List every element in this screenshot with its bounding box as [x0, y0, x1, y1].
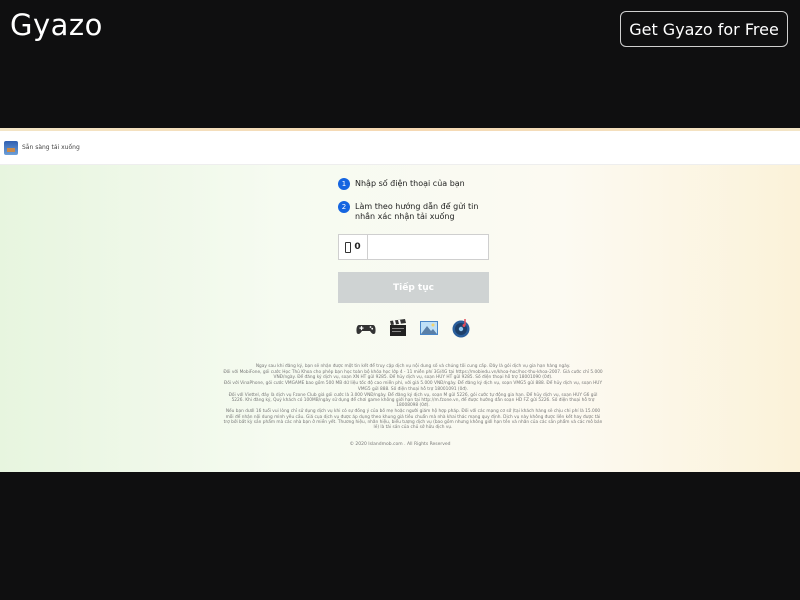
terms-paragraph: Ngay sau khi đăng ký, bạn sẽ nhận được m…	[255, 364, 571, 369]
picture-icon	[420, 321, 438, 335]
gamepad-icon	[356, 325, 376, 334]
app-header: Sẵn sàng tải xuống	[0, 131, 800, 165]
clapperboard-icon	[390, 319, 406, 336]
gyazo-topbar: Gyazo Get Gyazo for Free	[0, 0, 800, 128]
step-number: 2	[338, 201, 350, 213]
gyazo-logo[interactable]: Gyazo	[10, 8, 103, 42]
phone-prefix: 0	[339, 235, 368, 259]
continue-button[interactable]: Tiếp tục	[338, 272, 489, 303]
app-title: Sẵn sàng tải xuống	[22, 144, 80, 151]
terms-paragraph: Đối với VinaPhone, gói cước VMGAME bao g…	[223, 381, 603, 392]
copyright-text: © 2020 Islandmob.com . All Rights Reserv…	[349, 442, 451, 447]
music-disc-icon	[452, 319, 470, 338]
app-picture-icon	[4, 141, 18, 155]
captured-screenshot: Sẵn sàng tải xuống 1 Nhập số điện thoại …	[0, 128, 800, 472]
terms-paragraph: Nếu bạn dưới 16 tuổi vui lòng chỉ sử dụn…	[223, 409, 603, 431]
phone-prefix-digit: 0	[354, 242, 361, 252]
terms-text: Ngay sau khi đăng ký, bạn sẽ nhận được m…	[222, 364, 604, 431]
phone-field: 0	[338, 234, 494, 260]
terms-paragraph: Đối với Viettel, đây là dịch vụ Fzone Cl…	[228, 392, 598, 409]
get-gyazo-button[interactable]: Get Gyazo for Free	[620, 11, 788, 47]
mobile-phone-icon	[345, 241, 352, 253]
viewer-background	[0, 472, 800, 600]
step-text: Làm theo hướng dẫn để gửi tin nhắn xác n…	[355, 202, 479, 221]
step-number: 1	[338, 178, 350, 190]
phone-input[interactable]	[368, 236, 494, 257]
terms-paragraph: Đối với MobiFone, gói cước Học Thủ Khoa …	[223, 369, 603, 381]
step-text: Nhập số điện thoại của bạn	[355, 179, 465, 188]
category-icons	[355, 317, 475, 341]
